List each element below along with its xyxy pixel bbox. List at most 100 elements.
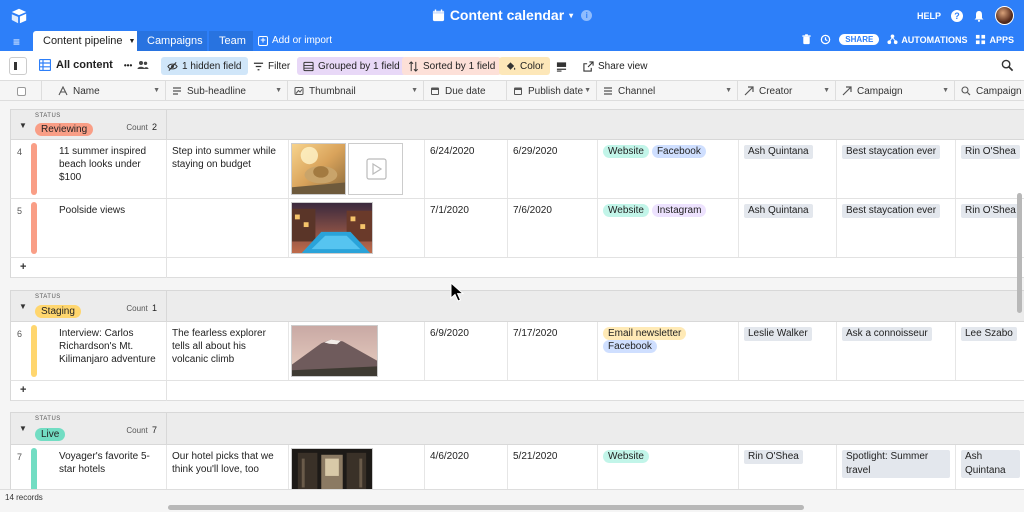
- channel-cell[interactable]: Website Instagram: [598, 199, 739, 257]
- creator-cell[interactable]: Leslie Walker: [739, 322, 837, 380]
- sub-headline-cell[interactable]: Our hotel picks that we think you'll lov…: [167, 445, 289, 489]
- name-cell[interactable]: 4 11 summer inspired beach looks under $…: [11, 140, 167, 198]
- hotel-thumbnail[interactable]: [291, 448, 373, 489]
- table-row[interactable]: 5 Poolside views 7/1/2020 7/6/2020 Websi…: [10, 199, 1024, 258]
- group-button[interactable]: Grouped by 1 field: [297, 57, 406, 75]
- video-thumbnail[interactable]: [348, 143, 403, 195]
- add-record-row[interactable]: +: [10, 258, 1024, 278]
- linked-record[interactable]: Rin O'Shea: [744, 450, 803, 464]
- linked-record[interactable]: Ask a connoisseur: [842, 327, 932, 341]
- channel-cell[interactable]: Website Facebook: [598, 140, 739, 198]
- automations-button[interactable]: AUTOMATIONS: [887, 34, 967, 45]
- campaign-cell[interactable]: Ask a connoisseur: [837, 322, 956, 380]
- chevron-down-icon[interactable]: ▼: [153, 87, 160, 94]
- vertical-scrollbar[interactable]: [1017, 193, 1022, 313]
- publish-date-cell[interactable]: 7/17/2020: [508, 322, 598, 380]
- sort-button[interactable]: Sorted by 1 field: [402, 57, 502, 75]
- creator-cell[interactable]: Ash Quintana: [739, 199, 837, 257]
- collapse-group-icon[interactable]: ▼: [19, 121, 27, 130]
- due-date-cell[interactable]: 7/1/2020: [425, 199, 508, 257]
- trash-icon[interactable]: [801, 34, 812, 45]
- campaign-lead-cell[interactable]: Ash Quintana: [956, 445, 1024, 489]
- mountain-thumbnail[interactable]: [291, 325, 378, 377]
- thumbnail-cell[interactable]: [289, 140, 425, 198]
- chevron-down-icon[interactable]: ▼: [129, 38, 136, 45]
- column-header-name[interactable]: Name ▼: [42, 81, 166, 101]
- collapse-group-icon[interactable]: ▼: [19, 424, 27, 433]
- help-link[interactable]: HELP: [917, 11, 941, 21]
- campaign-cell[interactable]: Spotlight: Summer travel: [837, 445, 956, 489]
- campaign-lead-cell[interactable]: Rin O'Shea: [956, 199, 1024, 257]
- chevron-down-icon[interactable]: ▼: [275, 87, 282, 94]
- select-all-checkbox[interactable]: [17, 86, 26, 96]
- user-avatar[interactable]: [995, 6, 1014, 25]
- sidebar-toggle-button[interactable]: [9, 57, 27, 75]
- collaborators-icon[interactable]: [137, 60, 149, 70]
- table-row[interactable]: 6 Interview: Carlos Richardson's Mt. Kil…: [10, 322, 1024, 381]
- chevron-down-icon[interactable]: ▾: [569, 11, 573, 20]
- view-switcher[interactable]: All content •••: [39, 59, 149, 71]
- creator-cell[interactable]: Ash Quintana: [739, 140, 837, 198]
- pool-thumbnail[interactable]: [291, 202, 373, 254]
- table-row[interactable]: 4 11 summer inspired beach looks under $…: [10, 140, 1024, 199]
- horizontal-scrollbar[interactable]: [168, 505, 804, 510]
- channel-cell[interactable]: Email newsletterFacebook: [598, 322, 739, 380]
- column-header-channel[interactable]: Channel ▼: [597, 81, 738, 101]
- collapse-group-icon[interactable]: ▼: [19, 302, 27, 311]
- beach-hat-thumbnail[interactable]: [291, 143, 346, 195]
- name-cell[interactable]: 7 Voyager's favorite 5-star hotels: [11, 445, 167, 489]
- search-icon[interactable]: [1001, 59, 1014, 72]
- sub-headline-cell[interactable]: The fearless explorer tells all about hi…: [167, 322, 289, 380]
- filter-button[interactable]: Filter: [247, 57, 296, 75]
- add-record-icon[interactable]: +: [20, 384, 26, 396]
- share-button[interactable]: SHARE: [839, 34, 880, 45]
- select-all-checkbox-cell[interactable]: [0, 81, 42, 101]
- column-header-publish-date[interactable]: Publish date ▼: [507, 81, 597, 101]
- publish-date-cell[interactable]: 5/21/2020: [508, 445, 598, 489]
- name-cell[interactable]: 6 Interview: Carlos Richardson's Mt. Kil…: [11, 322, 167, 380]
- campaign-lead-cell[interactable]: Rin O'Shea: [956, 140, 1024, 198]
- creator-cell[interactable]: Rin O'Shea: [739, 445, 837, 489]
- bell-icon[interactable]: [973, 10, 985, 22]
- column-header-creator[interactable]: Creator ▼: [738, 81, 836, 101]
- column-header-due-date[interactable]: Due date: [424, 81, 507, 101]
- color-button[interactable]: Color: [499, 57, 550, 75]
- help-icon[interactable]: ?: [951, 9, 963, 22]
- add-record-cell[interactable]: +: [11, 258, 167, 278]
- add-record-cell[interactable]: +: [11, 381, 167, 401]
- column-header-sub-headline[interactable]: Sub-headline ▼: [166, 81, 288, 101]
- due-date-cell[interactable]: 4/6/2020: [425, 445, 508, 489]
- linked-record[interactable]: Ash Quintana: [744, 145, 813, 159]
- history-icon[interactable]: [820, 34, 831, 45]
- thumbnail-cell[interactable]: [289, 445, 425, 489]
- column-header-thumbnail[interactable]: Thumbnail ▼: [288, 81, 424, 101]
- publish-date-cell[interactable]: 6/29/2020: [508, 140, 598, 198]
- tab-team[interactable]: Team: [209, 31, 253, 51]
- column-header-campaign-lead[interactable]: Campaign lea: [955, 81, 1024, 101]
- due-date-cell[interactable]: 6/9/2020: [425, 322, 508, 380]
- apps-button[interactable]: APPS: [975, 34, 1014, 45]
- airtable-logo-icon[interactable]: [10, 7, 28, 25]
- campaign-lead-cell[interactable]: Lee Szabo: [956, 322, 1024, 380]
- column-header-campaign[interactable]: Campaign ▼: [836, 81, 955, 101]
- hamburger-menu-icon[interactable]: ≡: [13, 35, 20, 49]
- campaign-cell[interactable]: Best staycation ever: [837, 140, 956, 198]
- row-height-icon[interactable]: [556, 61, 567, 72]
- hidden-fields-button[interactable]: 1 hidden field: [161, 57, 248, 75]
- channel-cell[interactable]: Website: [598, 445, 739, 489]
- campaign-cell[interactable]: Best staycation ever: [837, 199, 956, 257]
- tab-content-pipeline[interactable]: Content pipeline ▼: [33, 31, 146, 51]
- linked-record[interactable]: Best staycation ever: [842, 145, 941, 159]
- chevron-down-icon[interactable]: ▼: [584, 87, 591, 94]
- linked-record[interactable]: Best staycation ever: [842, 204, 941, 218]
- thumbnail-cell[interactable]: [289, 322, 425, 380]
- base-title[interactable]: Content calendar ▾ i: [432, 7, 593, 23]
- sub-headline-cell[interactable]: Step into summer while staying on budget: [167, 140, 289, 198]
- share-view-button[interactable]: Share view: [577, 57, 653, 75]
- linked-record[interactable]: Spotlight: Summer travel: [842, 450, 950, 478]
- add-record-row[interactable]: +: [10, 381, 1024, 401]
- tab-campaigns[interactable]: Campaigns: [137, 31, 207, 51]
- chevron-down-icon[interactable]: ▼: [411, 87, 418, 94]
- chevron-down-icon[interactable]: ▼: [725, 87, 732, 94]
- add-or-import-button[interactable]: + Add or import: [258, 35, 332, 46]
